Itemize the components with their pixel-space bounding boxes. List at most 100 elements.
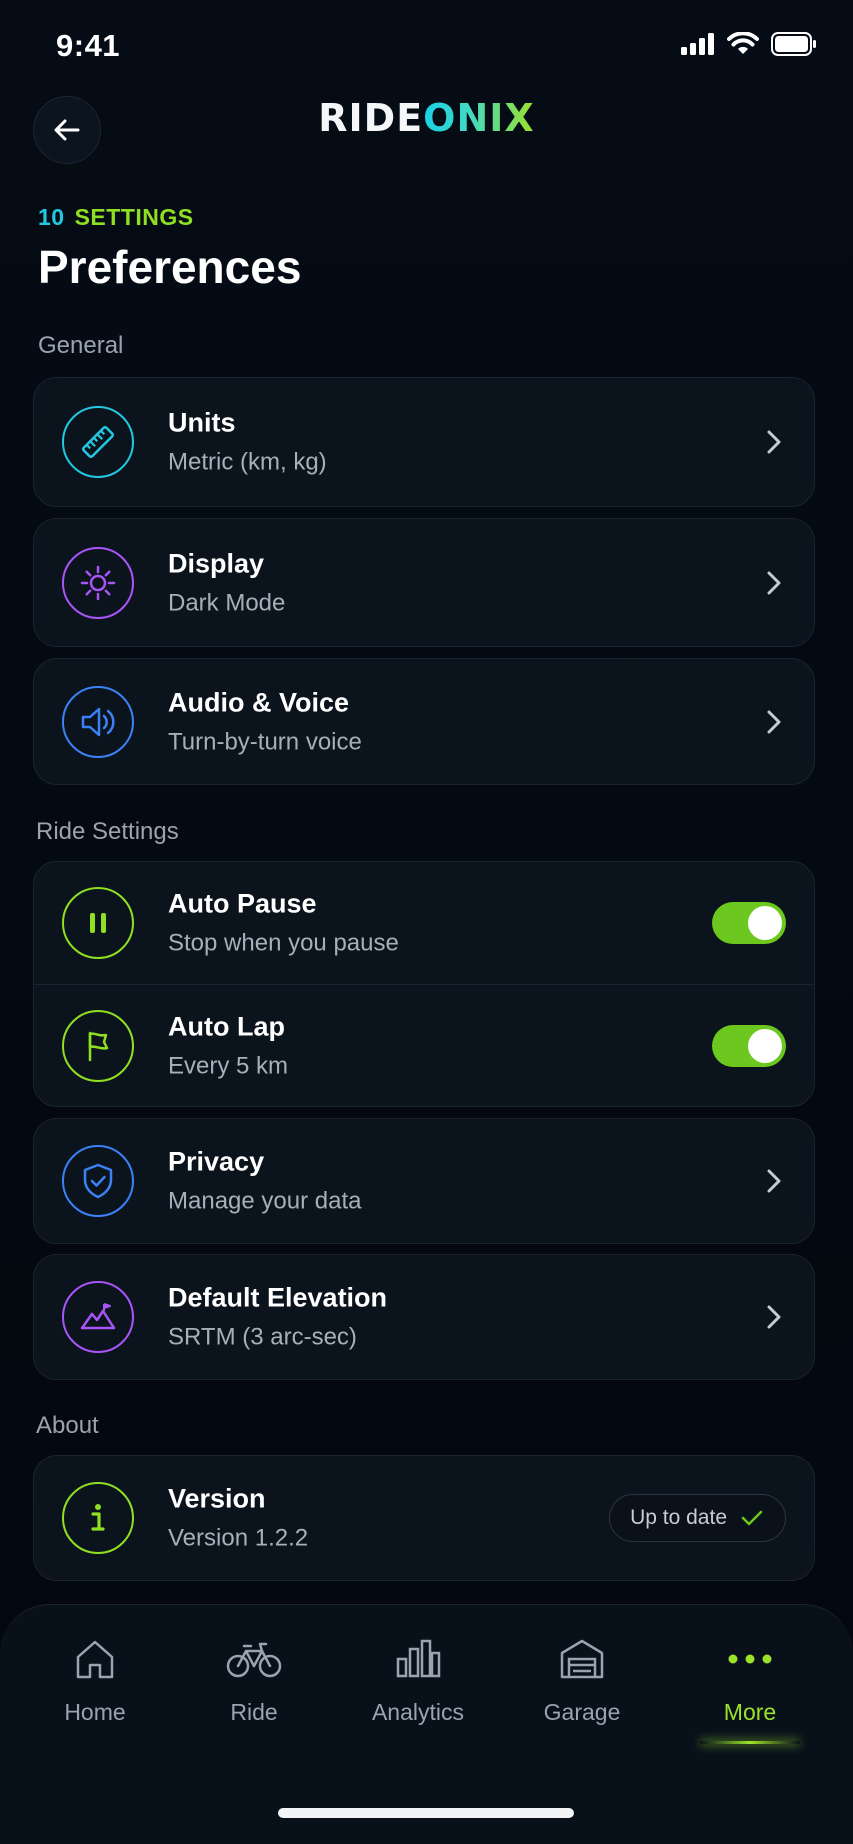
chevron-right-icon [767,571,781,594]
setting-row-audio-voice[interactable]: Audio & Voice Turn-by-turn voice [34,659,814,784]
setting-title-audio: Audio & Voice [168,687,350,717]
shield-icon [83,1163,113,1199]
settings-card-ride-toggles: Auto Pause Stop when you pause Auto Lap … [33,861,815,1107]
settings-card-units[interactable]: Units Metric (km, kg) [33,377,815,507]
tab-garage[interactable]: Garage [512,1633,652,1726]
section-label-about: About [36,1412,99,1439]
garage-icon-wrap [512,1633,652,1685]
battery-icon [771,32,816,56]
setting-title-display: Display [168,548,265,578]
setting-value-audio: Turn-by-turn voice [168,728,362,755]
version-text: Version Version 1.2.2 [168,1484,308,1553]
setting-value-units: Metric (km, kg) [168,448,327,476]
tab-label-ride: Ride [230,1699,278,1725]
setting-row-display[interactable]: Display Dark Mode [34,519,814,646]
settings-count: 10 SETTINGS [38,204,194,231]
setting-title-auto-lap: Auto Lap [168,1011,285,1042]
setting-value-display: Dark Mode [168,589,286,616]
setting-value-auto-lap: Every 5 km [168,1052,289,1080]
chevron-right-icon [767,1305,781,1329]
audio-text: Audio & Voice Turn-by-turn voice [168,687,362,756]
tab-label-more: More [723,1699,777,1725]
section-label-ride-settings: Ride Settings [36,818,179,845]
cellular-signal-icon [681,33,714,55]
elevation-text: Default Elevation SRTM (3 arc-sec) [168,1283,387,1352]
preferences-screen: 9:41 RIDEONIX 10 SETTINGS Preferences Ge… [0,0,853,1844]
tab-label-analytics: Analytics [371,1699,465,1725]
analytics-icon-wrap [348,1633,488,1685]
auto-pause-icon-circle [62,887,134,959]
flag-icon [88,1031,109,1062]
settings-card-elevation[interactable]: Default Elevation SRTM (3 arc-sec) [33,1254,815,1380]
settings-count-number: 10 [38,204,65,230]
auto-lap-text: Auto Lap Every 5 km [168,1012,288,1081]
setting-title-version: Version [168,1483,266,1514]
toggle-knob [748,906,782,940]
status-time: 9:41 [56,28,121,63]
tab-analytics[interactable]: Analytics [348,1633,488,1726]
setting-row-auto-lap[interactable]: Auto Lap Every 5 km [34,985,814,1107]
setting-row-default-elevation[interactable]: Default Elevation SRTM (3 arc-sec) [34,1255,814,1379]
more-dots-icon [728,1654,772,1664]
ruler-icon [82,426,114,458]
chevron-right-icon [767,1169,781,1193]
toggle-knob [748,1029,782,1063]
home-icon-wrap [25,1633,165,1685]
section-label-general: General [38,332,124,359]
auto-pause-toggle[interactable] [712,902,786,944]
home-indicator [278,1808,574,1818]
settings-count-label: SETTINGS [74,204,194,230]
status-badge: Up to date [609,1494,786,1542]
setting-value-version: Version 1.2.2 [168,1524,309,1552]
chevron-right-icon [767,430,781,454]
auto-lap-toggle[interactable] [712,1025,786,1067]
home-icon [76,1640,114,1679]
settings-card-audio[interactable]: Audio & Voice Turn-by-turn voice [33,658,815,785]
setting-row-auto-pause[interactable]: Auto Pause Stop when you pause [34,862,814,984]
units-icon-circle [62,406,134,478]
page-title: Preferences [38,241,302,293]
bar-chart-icon [396,1639,441,1678]
privacy-icon-circle [62,1145,134,1217]
setting-title-elevation: Default Elevation [168,1282,388,1313]
privacy-text: Privacy Manage your data [168,1147,361,1216]
setting-row-units[interactable]: Units Metric (km, kg) [34,378,814,506]
status-icons [681,32,817,56]
setting-value-elevation: SRTM (3 arc-sec) [168,1323,357,1351]
active-tab-indicator [700,1741,800,1744]
bike-icon-wrap [184,1633,324,1685]
app-logo: RIDEONIX [0,96,853,140]
status-badge-label: Up to date [630,1506,727,1529]
tab-home[interactable]: Home [25,1633,165,1726]
more-icon-wrap [680,1633,820,1685]
mountain-icon [80,1303,116,1330]
display-icon-circle [62,546,134,619]
info-icon [91,1504,105,1531]
tab-label-home: Home [64,1699,126,1725]
setting-value-auto-pause: Stop when you pause [168,929,399,957]
audio-icon-circle [62,685,134,758]
setting-title-privacy: Privacy [168,1146,265,1177]
tab-more[interactable]: More [680,1633,820,1726]
setting-row-privacy[interactable]: Privacy Manage your data [34,1119,814,1243]
bike-icon [226,1642,282,1678]
settings-card-version: Version Version 1.2.2 Up to date [33,1455,815,1581]
settings-card-display[interactable]: Display Dark Mode [33,518,815,647]
check-icon [741,1510,763,1526]
elevation-icon-circle [62,1281,134,1353]
wifi-icon [727,32,759,54]
tab-ride[interactable]: Ride [184,1633,324,1726]
status-bar: 9:41 [0,0,853,96]
auto-lap-icon-circle [62,1010,134,1082]
auto-pause-text: Auto Pause Stop when you pause [168,889,399,958]
sun-icon [80,565,116,600]
chevron-right-icon [767,710,781,733]
setting-value-privacy: Manage your data [168,1187,362,1215]
pause-icon [90,913,106,933]
version-icon-circle [62,1482,134,1554]
settings-card-privacy[interactable]: Privacy Manage your data [33,1118,815,1244]
logo-text-ride: RIDE [318,96,424,140]
logo-text-onix: ONIX [423,96,535,140]
speaker-icon [81,707,115,736]
garage-icon [560,1639,604,1679]
